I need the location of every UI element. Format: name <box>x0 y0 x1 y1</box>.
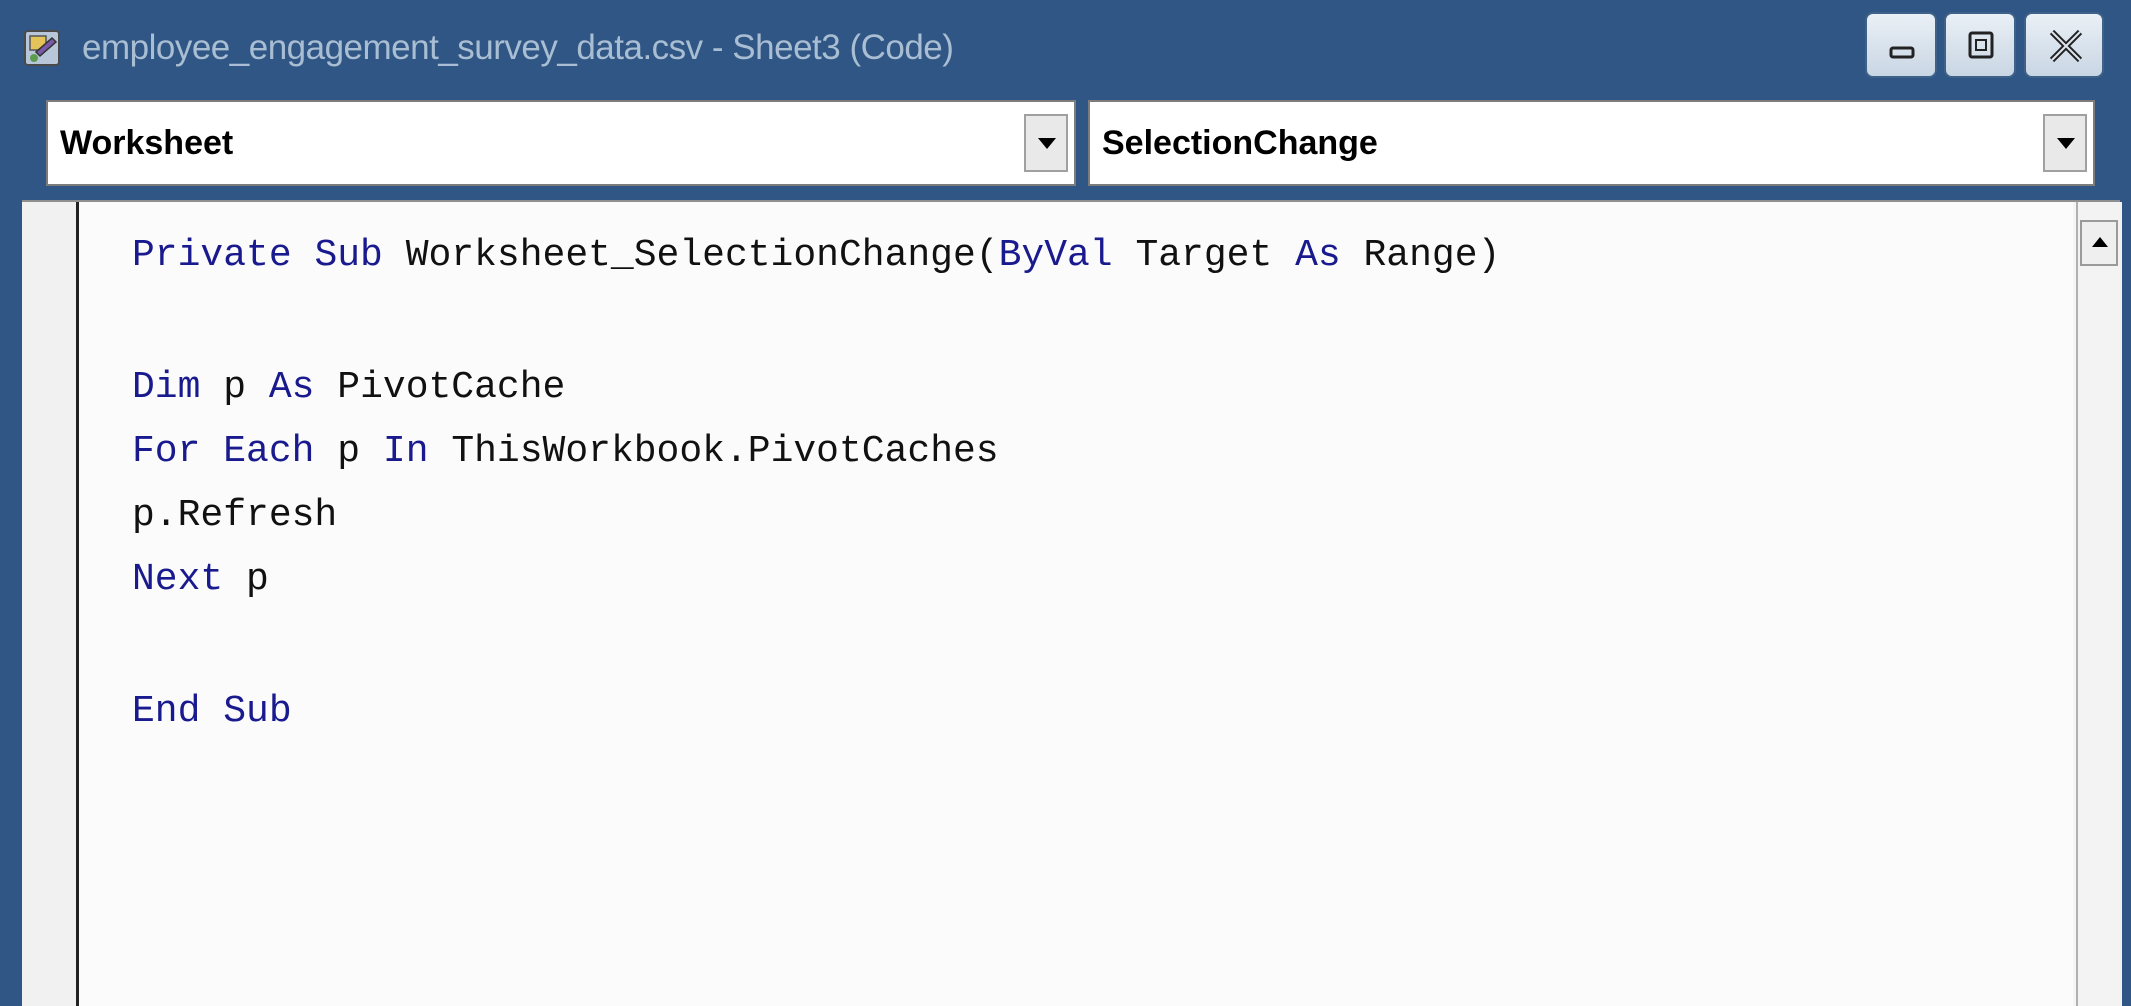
title-bar[interactable]: employee_engagement_survey_data.csv - Sh… <box>0 0 2131 92</box>
code-editor[interactable]: Private Sub Worksheet_SelectionChange(By… <box>22 200 2122 1006</box>
procedure-dropdown[interactable]: SelectionChange <box>1088 100 2095 186</box>
code-text: p <box>337 430 361 473</box>
object-dropdown-value: Worksheet <box>60 124 234 162</box>
window-title: employee_engagement_survey_data.csv - Sh… <box>82 28 954 67</box>
keyword: Each <box>223 430 315 473</box>
margin-indicator-bar[interactable] <box>22 202 79 1006</box>
code-text: Range) <box>1363 234 1501 277</box>
code-text: p <box>223 366 247 409</box>
code-line-1[interactable]: Private Sub Worksheet_SelectionChange(By… <box>132 228 1500 284</box>
vba-module-icon <box>22 28 62 68</box>
code-line-4[interactable]: p.Refresh <box>132 488 337 544</box>
vba-code-window: employee_engagement_survey_data.csv - Sh… <box>0 0 2131 1006</box>
keyword: Dim <box>132 366 201 409</box>
object-dropdown[interactable]: Worksheet <box>46 100 1076 186</box>
object-dropdown-arrow[interactable] <box>1024 114 1068 172</box>
scroll-up-button[interactable] <box>2080 220 2118 266</box>
close-button[interactable] <box>2024 12 2104 78</box>
maximize-button[interactable] <box>1944 12 2016 78</box>
keyword: As <box>1295 234 1341 277</box>
keyword: End <box>132 690 201 733</box>
keyword: Sub <box>223 690 292 733</box>
code-line-5[interactable]: Next p <box>132 552 269 608</box>
keyword: ByVal <box>998 234 1113 277</box>
code-line-2[interactable]: Dim p As PivotCache <box>132 360 565 416</box>
code-text: ThisWorkbook.PivotCaches <box>451 430 999 473</box>
code-line-6[interactable]: End Sub <box>132 684 292 740</box>
code-text: p <box>246 558 269 601</box>
keyword: As <box>268 366 315 409</box>
keyword: Sub <box>314 234 383 277</box>
vertical-scrollbar[interactable] <box>2076 202 2122 1006</box>
code-text: Target <box>1135 234 1273 277</box>
minimize-button[interactable] <box>1865 12 1937 78</box>
keyword: Next <box>132 558 224 601</box>
code-line-3[interactable]: For Each p In ThisWorkbook.PivotCaches <box>132 424 999 480</box>
code-pane[interactable]: Private Sub Worksheet_SelectionChange(By… <box>79 202 2073 1006</box>
code-text: p.Refresh <box>132 494 338 537</box>
keyword: Private <box>132 234 292 277</box>
keyword: For <box>132 430 201 473</box>
code-text: Worksheet_SelectionChange( <box>405 234 999 277</box>
code-text: PivotCache <box>337 366 566 409</box>
procedure-dropdown-arrow[interactable] <box>2043 114 2087 172</box>
keyword: In <box>382 430 429 473</box>
procedure-dropdown-value: SelectionChange <box>1102 124 1378 162</box>
